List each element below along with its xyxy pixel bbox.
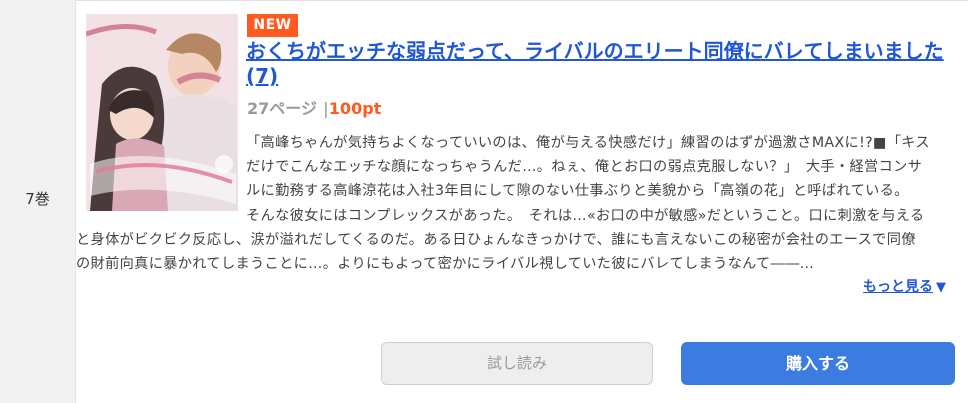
- description-line: の財前向真に暴かれてしまうことに…。よりにもよって密かにライバル視していた彼にバ…: [76, 255, 815, 272]
- show-more-label: もっと見る: [863, 279, 933, 295]
- book-description: 「高峰ちゃんが気持ちよくなっていいのは、俺が与える快感だけ」練習のはずが過激さM…: [76, 131, 964, 276]
- buy-button[interactable]: 購入する: [681, 342, 955, 385]
- page-count: 27ページ: [247, 99, 317, 118]
- price: 100pt: [328, 99, 382, 118]
- volume-column: 7巻: [0, 0, 76, 403]
- triangle-down-icon: ▼: [936, 280, 946, 295]
- volume-label: 7巻: [25, 190, 50, 208]
- description-line: そんな彼女にはコンプレックスがあった。 それは…«お口の中が敏感»だということ。…: [246, 207, 925, 224]
- volume-row: 7巻 NEW おくちがエッチな弱点だって、ライバルのエリート同僚にバレてしまいま…: [0, 0, 968, 403]
- trial-read-button[interactable]: 試し読み: [381, 342, 653, 385]
- description-line: と身体がビクビク反応し、涙が溢れだしてくるのだ。ある日ひょんなきっかけで、誰にも…: [76, 231, 916, 248]
- show-more-link[interactable]: もっと見る ▼: [863, 276, 946, 296]
- book-title-link[interactable]: おくちがエッチな弱点だって、ライバルのエリート同僚にバレてしまいました(7): [246, 39, 958, 89]
- description-line: ルに勤務する高峰涼花は入社3年目にして隙のない仕事ぶりと美貌から「高嶺の花」と呼…: [246, 183, 909, 200]
- row-divider: [0, 0, 968, 1]
- description-line: だけでこんなエッチな顔になっちゃうんだ…。ねぇ、俺とお口の弱点克服しない？」 大…: [246, 159, 923, 176]
- book-meta: 27ページ |100pt: [247, 95, 381, 119]
- new-badge: NEW: [247, 14, 298, 37]
- description-line: 「高峰ちゃんが気持ちよくなっていいのは、俺が与える快感だけ」練習のはずが過激さM…: [246, 135, 930, 151]
